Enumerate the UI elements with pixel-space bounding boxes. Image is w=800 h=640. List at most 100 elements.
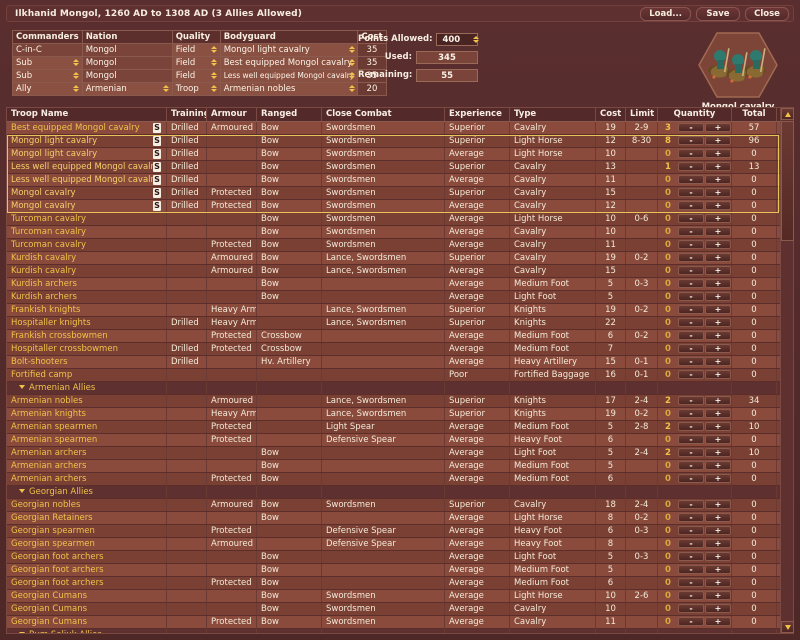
table-row[interactable]: Hospitaller crossbowmen Drilled Protected C… <box>7 343 793 356</box>
quantity-minus-button[interactable]: - <box>678 149 704 158</box>
spinner-icon[interactable] <box>348 85 355 94</box>
table-row[interactable]: Frankish crossbowmen Protected Crossbow Ave… <box>7 330 793 343</box>
col-cost[interactable]: Cost <box>596 108 626 121</box>
quantity-plus-button[interactable]: + <box>705 617 731 626</box>
table-row[interactable]: Turcoman cavalry Bow Swordsmen Average Caval… <box>7 226 793 239</box>
quantity-plus-button[interactable]: + <box>705 318 731 327</box>
quantity-plus-button[interactable]: + <box>705 175 731 184</box>
table-row[interactable]: Georgian Cumans Bow Swordsmen Average Cavalr… <box>7 603 793 616</box>
commander-row[interactable]: Sub Mongol Field Best equipped Mongol ca… <box>12 56 387 70</box>
table-row[interactable]: Georgian Retainers Bow Average Light Horse 8… <box>7 512 793 525</box>
table-row[interactable]: Mongol cavalry S Drilled Protected Bow Swords… <box>7 200 793 213</box>
close-button[interactable]: Close <box>745 7 789 21</box>
quantity-plus-button[interactable]: + <box>705 448 731 457</box>
quantity-plus-button[interactable]: + <box>705 344 731 353</box>
table-row[interactable]: Georgian foot archers Protected Bow Average… <box>7 577 793 590</box>
table-row[interactable]: Kurdish cavalry Armoured Bow Lance, Swordsm… <box>7 252 793 265</box>
quantity-minus-button[interactable]: - <box>678 136 704 145</box>
quantity-minus-button[interactable]: - <box>678 292 704 301</box>
col-experience[interactable]: Experience <box>445 108 510 121</box>
spinner-icon[interactable] <box>211 59 218 68</box>
table-row[interactable]: Hospitaller knights Drilled Heavy Arm. Lanc… <box>7 317 793 330</box>
col-training[interactable]: Training <box>167 108 207 121</box>
table-row[interactable]: Bolt-shooters Drilled Hv. Artillery Average… <box>7 356 793 369</box>
commander-bodyguard-select[interactable]: Best equipped Mongol cavalry <box>219 56 359 70</box>
quantity-plus-button[interactable]: + <box>705 136 731 145</box>
quantity-plus-button[interactable]: + <box>705 279 731 288</box>
quantity-minus-button[interactable]: - <box>678 253 704 262</box>
quantity-plus-button[interactable]: + <box>705 253 731 262</box>
save-button[interactable]: Save <box>696 7 740 21</box>
quantity-minus-button[interactable]: - <box>678 305 704 314</box>
quantity-minus-button[interactable]: - <box>678 552 704 561</box>
quantity-plus-button[interactable]: + <box>705 201 731 210</box>
table-row[interactable]: Georgian foot archers Bow Average Light Foo… <box>7 551 793 564</box>
spinner-icon[interactable] <box>73 72 80 81</box>
quantity-plus-button[interactable]: + <box>705 526 731 535</box>
quantity-plus-button[interactable]: + <box>705 461 731 470</box>
table-row[interactable]: Georgian Cumans Bow Swordsmen Average Light … <box>7 590 793 603</box>
quantity-minus-button[interactable]: - <box>678 435 704 444</box>
quantity-minus-button[interactable]: - <box>678 422 704 431</box>
quantity-plus-button[interactable]: + <box>705 305 731 314</box>
quantity-minus-button[interactable]: - <box>678 162 704 171</box>
vertical-scrollbar[interactable] <box>780 108 794 633</box>
spinner-icon[interactable] <box>163 85 170 94</box>
commander-row[interactable]: C-in-C Mongol Field Mongol light cavalry… <box>12 43 387 57</box>
quantity-plus-button[interactable]: + <box>705 331 731 340</box>
section-header-row[interactable]: Armenian Allies <box>7 382 793 395</box>
spinner-icon[interactable] <box>73 59 80 68</box>
troop-table-body[interactable]: Best equipped Mongol cavalry S Drilled Armo… <box>7 122 793 633</box>
commander-type-select[interactable]: Sub <box>12 69 83 83</box>
spinner-icon[interactable] <box>468 35 479 45</box>
scroll-up-button[interactable] <box>781 108 794 120</box>
commander-type-select[interactable]: Sub <box>12 56 83 70</box>
quantity-minus-button[interactable]: - <box>678 227 704 236</box>
quantity-plus-button[interactable]: + <box>705 162 731 171</box>
col-ranged[interactable]: Ranged <box>257 108 322 121</box>
quantity-plus-button[interactable]: + <box>705 565 731 574</box>
quantity-plus-button[interactable]: + <box>705 552 731 561</box>
quantity-minus-button[interactable]: - <box>678 448 704 457</box>
table-row[interactable]: Turcoman cavalry Protected Bow Swordsmen Ave… <box>7 239 793 252</box>
quantity-minus-button[interactable]: - <box>678 539 704 548</box>
quantity-plus-button[interactable]: + <box>705 409 731 418</box>
quantity-plus-button[interactable]: + <box>705 591 731 600</box>
quantity-minus-button[interactable]: - <box>678 578 704 587</box>
spinner-icon[interactable] <box>73 85 80 94</box>
spinner-icon[interactable] <box>348 59 355 68</box>
quantity-minus-button[interactable]: - <box>678 396 704 405</box>
commander-bodyguard-select[interactable]: Less well equipped Mongol cavalry <box>219 69 359 83</box>
quantity-minus-button[interactable]: - <box>678 214 704 223</box>
table-row[interactable]: Kurdish cavalry Armoured Bow Lance, Swordsm… <box>7 265 793 278</box>
quantity-plus-button[interactable]: + <box>705 357 731 366</box>
quantity-minus-button[interactable]: - <box>678 526 704 535</box>
quantity-plus-button[interactable]: + <box>705 188 731 197</box>
table-row[interactable]: Fortified camp Poor Fortified Baggage 16 0-1… <box>7 369 793 382</box>
quantity-plus-button[interactable]: + <box>705 123 731 132</box>
commander-bodyguard-select[interactable]: Mongol light cavalry <box>219 43 359 57</box>
table-row[interactable]: Mongol cavalry S Drilled Protected Bow Swords… <box>7 187 793 200</box>
quantity-plus-button[interactable]: + <box>705 474 731 483</box>
quantity-plus-button[interactable]: + <box>705 214 731 223</box>
table-row[interactable]: Georgian Cumans Protected Bow Swordsmen Aver… <box>7 616 793 629</box>
quantity-plus-button[interactable]: + <box>705 227 731 236</box>
table-row[interactable]: Armenian archers Protected Bow Average Mediu… <box>7 473 793 486</box>
scrollbar-thumb[interactable] <box>781 121 794 241</box>
table-row[interactable]: Georgian spearmen Armoured Defensive Spear… <box>7 538 793 551</box>
chevron-down-icon[interactable] <box>19 385 25 389</box>
col-type[interactable]: Type <box>510 108 596 121</box>
table-row[interactable]: Mongol light cavalry S Drilled Bow Swordsmen… <box>7 135 793 148</box>
commander-bodyguard-select[interactable]: Armenian nobles <box>219 82 359 96</box>
table-row[interactable]: Georgian foot archers Bow Average Medium Fo… <box>7 564 793 577</box>
section-header-row[interactable]: Georgian Allies <box>7 486 793 499</box>
commander-row[interactable]: Sub Mongol Field Less well equipped Mong… <box>12 69 387 83</box>
table-row[interactable]: Best equipped Mongol cavalry S Drilled Armo… <box>7 122 793 135</box>
chevron-down-icon[interactable] <box>19 489 25 493</box>
commander-nation-select[interactable]: Armenian <box>81 82 173 96</box>
col-limit[interactable]: Limit <box>626 108 658 121</box>
col-total[interactable]: Total <box>732 108 777 121</box>
quantity-plus-button[interactable]: + <box>705 422 731 431</box>
table-row[interactable]: Turcoman cavalry Bow Swordsmen Average Light… <box>7 213 793 226</box>
quantity-minus-button[interactable]: - <box>678 188 704 197</box>
